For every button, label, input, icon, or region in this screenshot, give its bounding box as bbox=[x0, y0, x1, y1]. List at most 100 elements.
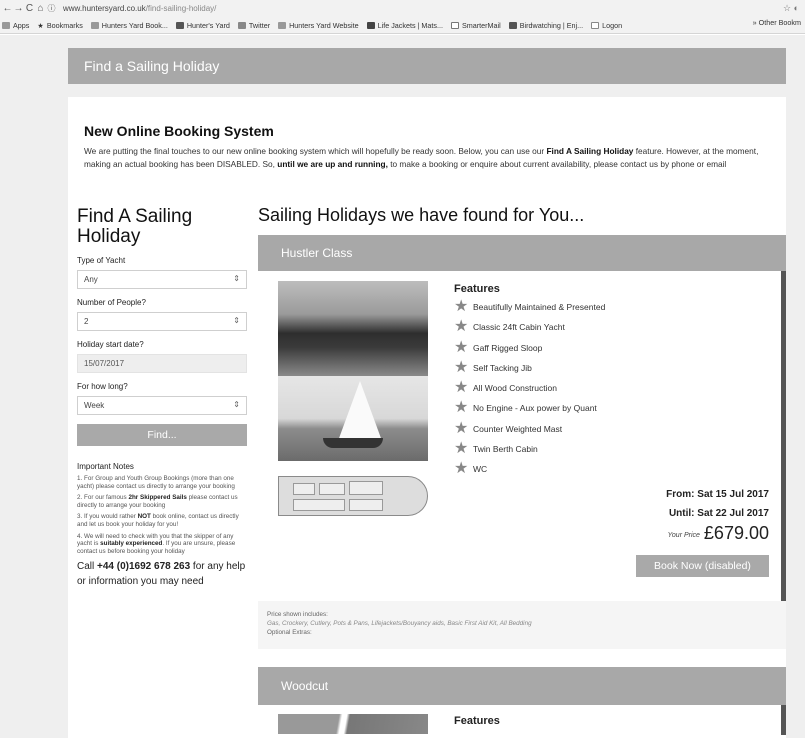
select-arrows-icon: ⇕ bbox=[233, 274, 240, 283]
feature-item: ★ Beautifully Maintained & Presented bbox=[454, 298, 606, 319]
call-text: Call bbox=[77, 561, 98, 573]
bookmark-label: Birdwatching | Enj... bbox=[519, 20, 584, 30]
number-of-people-label: Number of People? bbox=[77, 298, 146, 307]
bookmark-label: Apps bbox=[13, 20, 30, 30]
bookmark-label: Twitter bbox=[248, 20, 271, 30]
phone-number: +44 (0)1692 678 263 bbox=[97, 561, 191, 573]
boat-result: Features bbox=[258, 705, 786, 735]
boat-photo bbox=[278, 714, 428, 734]
boat-class-header: Woodcut bbox=[258, 667, 786, 705]
feature-item: ★ Classic 24ft Cabin Yacht bbox=[454, 319, 605, 339]
note-3: 3. If you would rather NOT book online, … bbox=[77, 513, 247, 528]
select-arrows-icon: ⇕ bbox=[233, 316, 240, 325]
browser-chrome: ← → C ⌂ ⓘ www.huntersyard.co.uk/find-sai… bbox=[0, 0, 805, 34]
plan-room bbox=[349, 481, 383, 495]
address-bar[interactable]: www.huntersyard.co.uk/find-sailing-holid… bbox=[63, 4, 216, 13]
from-date: From: Sat 15 Jul 2017 bbox=[666, 489, 769, 500]
feature-label: Counter Weighted Mast bbox=[473, 423, 563, 434]
select-value: 2 bbox=[84, 317, 89, 326]
feature-label: Beautifully Maintained & Presented bbox=[473, 302, 606, 312]
star-icon: ★ bbox=[37, 20, 44, 30]
star-icon: ★ bbox=[454, 318, 469, 336]
note-bold: NOT bbox=[137, 513, 151, 521]
bookmark-smartermail[interactable]: SmarterMail bbox=[451, 21, 501, 30]
boat-result: Features ★ Beautifully Maintained & Prese… bbox=[258, 271, 786, 601]
folder-icon bbox=[90, 21, 99, 29]
sail-shape bbox=[338, 381, 382, 441]
forward-icon[interactable]: → bbox=[13, 3, 24, 14]
results-title: Sailing Holidays we have found for You..… bbox=[258, 205, 585, 225]
note-1: 1. For Group and Youth Group Bookings (m… bbox=[77, 475, 235, 490]
site-icon bbox=[366, 21, 375, 29]
bookmark-logon[interactable]: Logon bbox=[591, 21, 622, 30]
feature-label: No Engine - Aux power by Quant bbox=[473, 403, 597, 414]
plan-room bbox=[293, 483, 315, 495]
bookmark-life-jackets[interactable]: Life Jackets | Mats... bbox=[366, 20, 443, 30]
back-icon[interactable]: ← bbox=[2, 3, 13, 14]
star-icon: ★ bbox=[454, 379, 469, 397]
feature-item: ★ Gaff Rigged Sloop bbox=[454, 339, 605, 360]
features-title: Features bbox=[454, 283, 500, 295]
bookmark-label: Life Jackets | Mats... bbox=[377, 20, 443, 30]
info-icon: ⓘ bbox=[47, 4, 56, 13]
hull-shape bbox=[323, 438, 383, 448]
twitter-icon bbox=[237, 21, 246, 29]
bookmark-hunters-yard[interactable]: Hunter's Yard bbox=[175, 20, 230, 30]
feature-label: Classic 24ft Cabin Yacht bbox=[473, 322, 565, 333]
bookmark-hunters-yard-website[interactable]: Hunters Yard Website bbox=[278, 21, 359, 30]
star-icon: ★ bbox=[454, 440, 469, 458]
book-now-button[interactable]: Book Now (disabled) bbox=[636, 555, 769, 577]
home-icon[interactable]: ⌂ bbox=[35, 3, 46, 14]
site-icon bbox=[508, 21, 517, 29]
features-list: Features ★ Beautifully Maintained & Prese… bbox=[454, 283, 605, 482]
bookmarks-bar: Apps ★ Bookmarks Hunters Yard Book... Hun… bbox=[0, 17, 805, 33]
feature-item: ★ All Wood Construction bbox=[454, 380, 605, 400]
bookmark-bookmarks[interactable]: ★ Bookmarks bbox=[37, 21, 82, 30]
bookmark-label: Hunters Yard Book... bbox=[101, 20, 168, 30]
star-icon: ★ bbox=[454, 460, 469, 478]
plan-room bbox=[349, 499, 383, 511]
bookmark-birdwatching[interactable]: Birdwatching | Enj... bbox=[508, 20, 584, 30]
includes-label: Price shown includes: bbox=[267, 611, 328, 618]
feature-label: Gaff Rigged Sloop bbox=[473, 342, 543, 353]
other-bookmarks[interactable]: » Other Bookm bbox=[752, 18, 801, 27]
page-header: Find a Sailing Holiday bbox=[68, 48, 786, 84]
feature-item: ★ WC bbox=[454, 461, 605, 481]
note-4: 4. We will need to check with you that t… bbox=[77, 533, 247, 556]
feature-label: All Wood Construction bbox=[473, 383, 557, 394]
notice-text-part: to make a booking or enquire about curre… bbox=[387, 159, 727, 169]
bookmark-twitter[interactable]: Twitter bbox=[237, 20, 271, 30]
until-date: Until: Sat 22 Jul 2017 bbox=[668, 508, 769, 519]
bookmark-label: Hunters Yard Website bbox=[289, 20, 359, 30]
number-of-people-select[interactable]: 2 ⇕ bbox=[77, 312, 247, 331]
type-of-yacht-select[interactable]: Any ⇕ bbox=[77, 270, 247, 289]
bookmark-label: Bookmarks bbox=[46, 20, 83, 30]
select-value: Week bbox=[84, 401, 105, 410]
bookmark-apps[interactable]: Apps bbox=[2, 21, 29, 30]
bookmark-hunters-yard-book[interactable]: Hunters Yard Book... bbox=[90, 20, 168, 30]
plan-room bbox=[293, 499, 345, 511]
find-button[interactable]: Find... bbox=[77, 424, 247, 446]
feature-label: Self Tacking Jib bbox=[473, 362, 532, 373]
notice-title: New Online Booking System bbox=[84, 123, 274, 139]
note-bold: suitably experienced bbox=[100, 540, 163, 548]
select-value: Any bbox=[84, 275, 98, 284]
page-icon bbox=[591, 21, 600, 29]
mail-icon bbox=[451, 21, 459, 29]
feature-item: ★ No Engine - Aux power by Quant bbox=[454, 400, 605, 420]
bookmark-label: Hunter's Yard bbox=[186, 20, 230, 30]
start-date-input[interactable]: 15/07/2017 bbox=[77, 354, 247, 373]
page-title: Find a Sailing Holiday bbox=[84, 58, 220, 74]
price-block: Your Price £679.00 bbox=[668, 523, 769, 544]
url-host: www.huntersyard.co.uk bbox=[63, 4, 146, 13]
price-includes: Price shown includes: Gas, Crockery, Cut… bbox=[258, 601, 786, 649]
note-bold: 2hr Skippered Sails bbox=[128, 494, 187, 502]
plan-room bbox=[319, 483, 345, 495]
booking-dates: From: Sat 15 Jul 2017 Until: Sat 22 Jul … bbox=[666, 485, 769, 523]
holiday-length-select[interactable]: Week ⇕ bbox=[77, 396, 247, 415]
star-icon: ★ bbox=[454, 358, 469, 376]
bookmark-star-icon[interactable]: ☆ ◐ bbox=[783, 3, 799, 14]
call-info: Call +44 (0)1692 678 263 for any help or… bbox=[77, 559, 247, 589]
feature-label: WC bbox=[473, 464, 488, 475]
reload-icon[interactable]: C bbox=[24, 3, 35, 14]
